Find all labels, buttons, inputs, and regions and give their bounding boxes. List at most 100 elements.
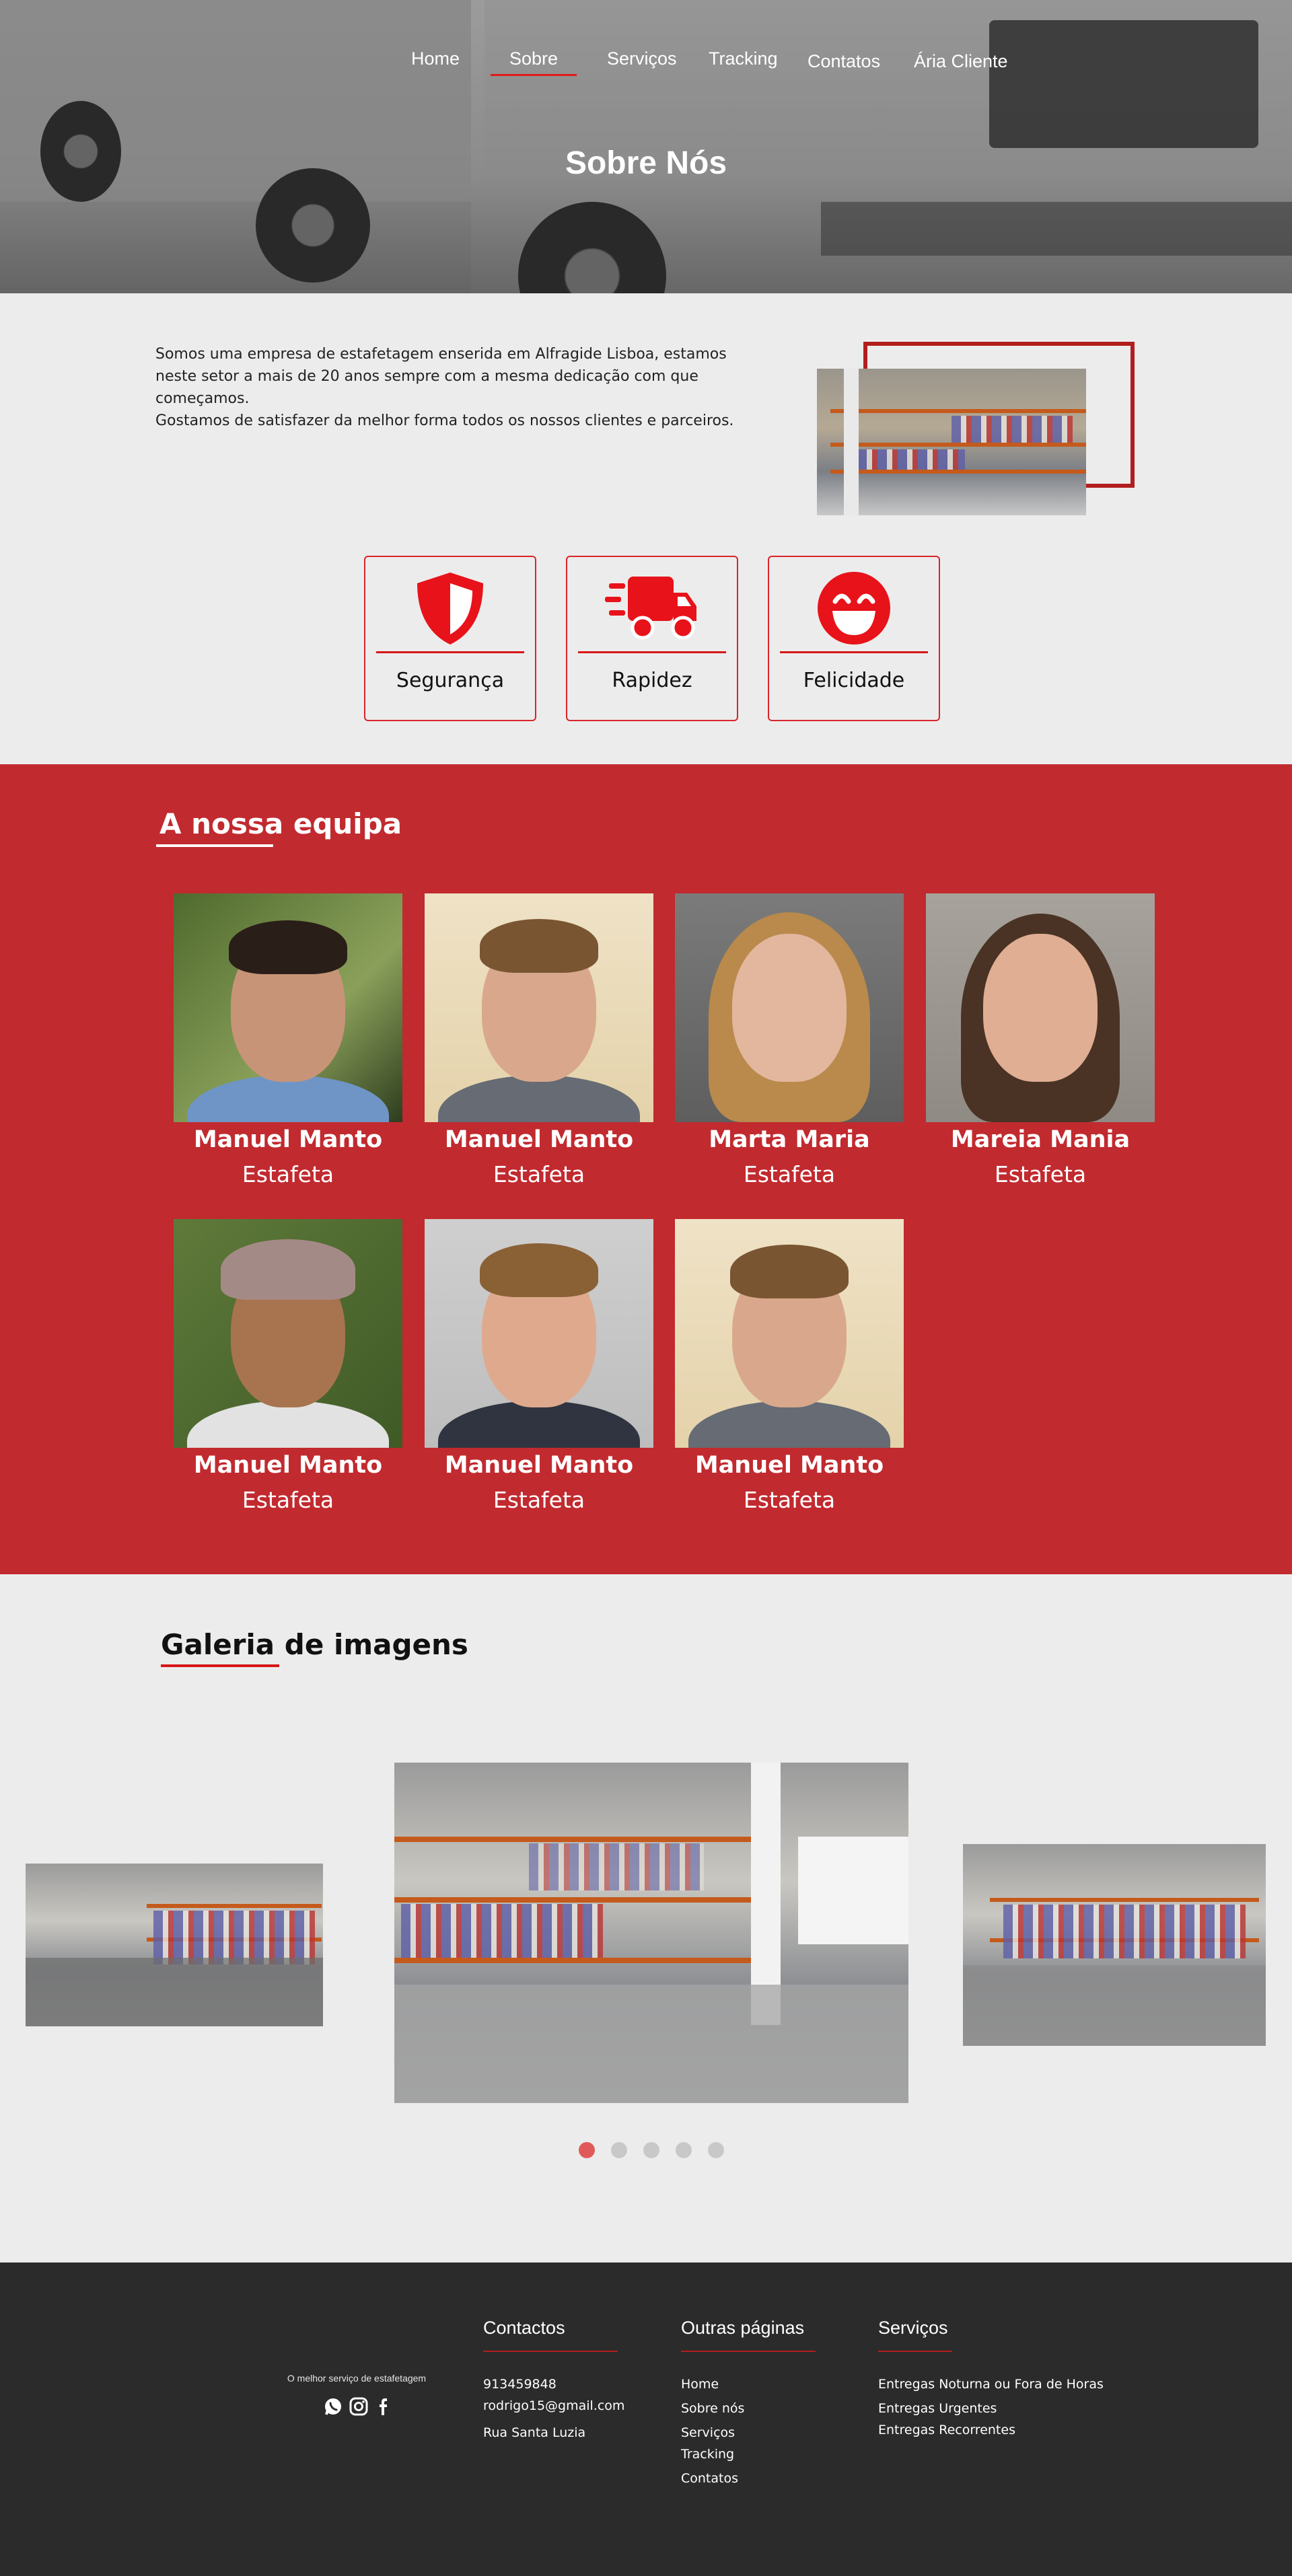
feature-label: Rapidez xyxy=(612,669,692,692)
pallet-goods xyxy=(952,416,1073,443)
member-name: Manuel Manto xyxy=(193,1452,383,1479)
delivery-truck-icon xyxy=(567,568,737,649)
nav-area-cliente[interactable]: Ária Cliente xyxy=(914,51,1008,72)
member-role: Estafeta xyxy=(493,1161,585,1187)
member-photo xyxy=(926,893,1155,1122)
warehouse-photo xyxy=(817,369,1086,515)
shelf xyxy=(830,443,1086,447)
shield-icon xyxy=(365,568,535,649)
feature-card-felicidade: Felicidade xyxy=(768,556,940,721)
member-role: Estafeta xyxy=(743,1161,836,1187)
title-underline xyxy=(156,844,273,847)
footer-heading: Outras páginas xyxy=(681,2318,805,2338)
instagram-icon[interactable] xyxy=(349,2397,369,2417)
feature-divider xyxy=(578,651,726,653)
pillar xyxy=(844,369,859,515)
carousel-pagination xyxy=(579,2142,727,2158)
service-item[interactable]: Entregas Noturna ou Fora de Horas xyxy=(878,2372,1104,2396)
team-member-card: Manuel Manto Estafeta xyxy=(425,893,653,1196)
member-photo xyxy=(675,1219,904,1448)
shelf xyxy=(830,470,1086,474)
contact-phone[interactable]: 913459848 xyxy=(483,2372,624,2396)
facebook-icon[interactable] xyxy=(373,2397,393,2417)
footer-link-tracking[interactable]: Tracking xyxy=(681,2442,816,2466)
member-name: Marta Maria xyxy=(709,1126,870,1153)
site-footer: O melhor serviço de estafetagem Contacto… xyxy=(0,2262,1292,2576)
title-underline xyxy=(161,1664,279,1667)
team-section: A nossa equipa Manuel Manto Estafeta Man… xyxy=(0,764,1292,1574)
gallery-image-active[interactable] xyxy=(394,1763,908,2103)
nav-home[interactable]: Home xyxy=(411,48,460,69)
team-title-part2: equipa xyxy=(293,807,402,840)
gallery-title-part2: de imagens xyxy=(284,1628,468,1661)
main-navigation: Home Sobre Serviços Tracking Contatos Ár… xyxy=(0,48,1292,76)
footer-col-servicos: Serviços Entregas Noturna ou Fora de Hor… xyxy=(878,2318,1104,2442)
member-name: Mareia Mania xyxy=(950,1126,1130,1153)
member-name: Manuel Manto xyxy=(193,1126,383,1153)
member-photo xyxy=(174,893,402,1122)
whatsapp-icon[interactable] xyxy=(323,2397,343,2417)
member-photo xyxy=(174,1219,402,1448)
team-member-card: Manuel Manto Estafeta xyxy=(425,1219,653,1522)
nav-sobre[interactable]: Sobre xyxy=(490,48,577,76)
member-role: Estafeta xyxy=(242,1487,334,1513)
member-name: Manuel Manto xyxy=(444,1126,634,1153)
member-name: Manuel Manto xyxy=(694,1452,884,1479)
nav-servicos[interactable]: Serviços xyxy=(607,48,677,69)
smiley-face-icon xyxy=(769,568,939,649)
team-member-card: Manuel Manto Estafeta xyxy=(174,893,402,1196)
member-role: Estafeta xyxy=(493,1487,585,1513)
member-name: Manuel Manto xyxy=(444,1452,634,1479)
member-photo xyxy=(425,1219,653,1448)
page-title: Sobre Nós xyxy=(565,145,727,181)
carousel-dot[interactable] xyxy=(611,2142,627,2158)
carousel-dot[interactable] xyxy=(643,2142,659,2158)
about-paragraph-2: Gostamos de satisfazer da melhor forma t… xyxy=(155,412,734,429)
footer-link-sobre[interactable]: Sobre nós xyxy=(681,2396,816,2421)
service-item[interactable]: Entregas Recorrentes xyxy=(878,2418,1104,2442)
member-photo xyxy=(425,893,653,1122)
shelf xyxy=(830,409,1086,413)
service-item[interactable]: Entregas Urgentes xyxy=(878,2396,1104,2421)
feature-card-rapidez: Rapidez xyxy=(566,556,738,721)
contact-email[interactable]: rodrigo15@gmail.com xyxy=(483,2394,624,2418)
social-links xyxy=(323,2397,397,2420)
footer-heading-line xyxy=(681,2351,816,2352)
team-title-part1: A nossa xyxy=(159,807,284,840)
team-member-card: Marta Maria Estafeta xyxy=(675,893,904,1196)
hero-banner: Home Sobre Serviços Tracking Contatos Ár… xyxy=(0,0,1292,293)
footer-tagline: O melhor serviço de estafetagem xyxy=(287,2373,427,2384)
carousel-dot[interactable] xyxy=(579,2142,595,2158)
feature-card-seguranca: Segurança xyxy=(364,556,536,721)
footer-heading-line xyxy=(878,2351,952,2352)
gallery-image-prev[interactable] xyxy=(26,1864,323,2026)
carousel-dot[interactable] xyxy=(708,2142,724,2158)
footer-link-contatos[interactable]: Contatos xyxy=(681,2466,816,2491)
about-paragraph-1: Somos uma empresa de estafetagem enserid… xyxy=(155,346,727,407)
contact-address: Rua Santa Luzia xyxy=(483,2425,586,2440)
gallery-image-next[interactable] xyxy=(963,1844,1266,2046)
member-photo xyxy=(675,893,904,1122)
footer-heading-line xyxy=(483,2351,618,2352)
pallet-goods xyxy=(857,449,965,470)
about-description: Somos uma empresa de estafetagem enserid… xyxy=(155,343,748,432)
carousel-dot[interactable] xyxy=(676,2142,692,2158)
footer-col-outras-paginas: Outras páginas Home Sobre nós Serviços T… xyxy=(681,2318,816,2491)
footer-heading: Contactos xyxy=(483,2318,565,2338)
gallery-title-part1: Galeria xyxy=(161,1628,275,1661)
features-row: Segurança Rapidez Felicidade xyxy=(364,556,940,721)
team-title: A nossa equipa xyxy=(159,807,402,840)
footer-link-home[interactable]: Home xyxy=(681,2372,816,2396)
footer-col-contactos: Contactos 913459848 rodrigo15@gmail.com … xyxy=(483,2318,624,2445)
gallery-title: Galeria de imagens xyxy=(161,1628,468,1661)
team-member-card: Mareia Mania Estafeta xyxy=(926,893,1155,1196)
member-role: Estafeta xyxy=(743,1487,836,1513)
feature-label: Felicidade xyxy=(803,669,905,692)
footer-link-servicos[interactable]: Serviços xyxy=(681,2421,816,2445)
nav-tracking[interactable]: Tracking xyxy=(709,48,778,69)
member-role: Estafeta xyxy=(994,1161,1087,1187)
feature-divider xyxy=(780,651,928,653)
feature-label: Segurança xyxy=(396,669,505,692)
nav-contatos[interactable]: Contatos xyxy=(808,51,880,72)
team-member-card: Manuel Manto Estafeta xyxy=(675,1219,904,1522)
